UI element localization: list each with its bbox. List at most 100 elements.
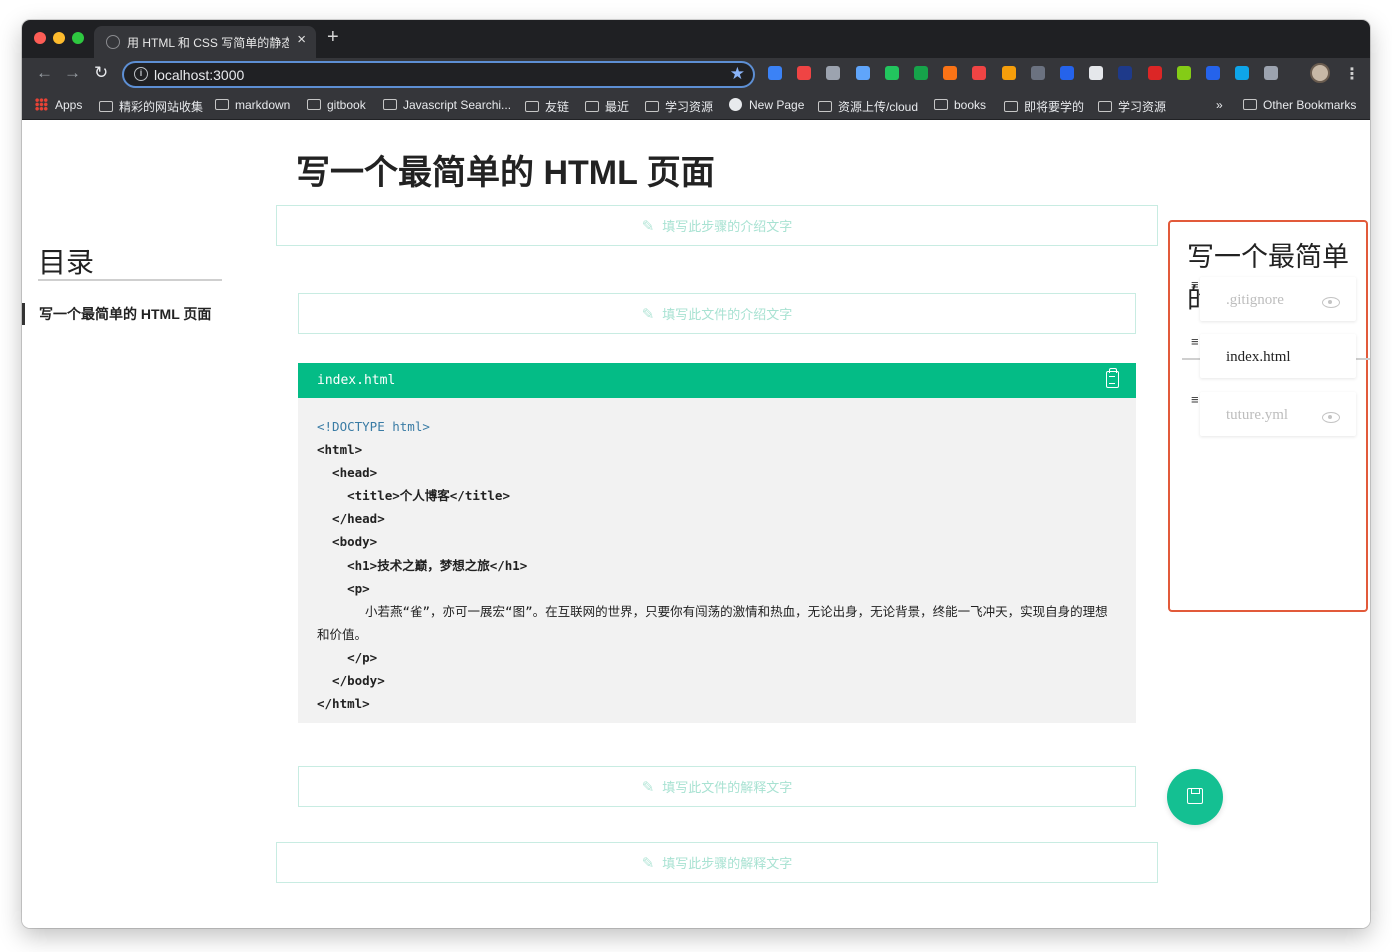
bookmark-label: Other Bookmarks xyxy=(1263,98,1357,112)
pencil-icon: ✎ xyxy=(641,855,655,872)
back-button[interactable]: ← xyxy=(36,63,53,83)
toc-divider xyxy=(38,279,222,281)
tab-bar: 用 HTML 和 CSS 写简单的静态页面 × + xyxy=(22,20,1370,58)
step-explain-input[interactable]: ✎ 填写此步骤的解释文字 xyxy=(276,842,1158,883)
folder-icon xyxy=(1004,101,1018,112)
browser-window: 用 HTML 和 CSS 写简单的静态页面 × + ← → ↻ i localh… xyxy=(22,20,1370,928)
bookmarks-bar: Apps 精彩的网站收集 markdown gitbook Javascript Sea… xyxy=(22,90,1370,120)
bookmark-item[interactable]: New Page xyxy=(729,98,804,112)
globe-icon xyxy=(106,35,120,49)
folder-icon xyxy=(1098,101,1112,112)
code-header: index.html xyxy=(298,363,1136,398)
file-item[interactable]: ≡ tuture.yml xyxy=(1191,392,1356,436)
eye-icon[interactable] xyxy=(1322,412,1340,423)
new-tab-button[interactable]: + xyxy=(327,26,339,49)
file-item[interactable]: ≡ .gitignore xyxy=(1191,277,1356,321)
reload-button[interactable]: ↻ xyxy=(94,63,108,83)
info-icon[interactable]: i xyxy=(134,67,148,81)
file-name: .gitignore xyxy=(1226,292,1284,308)
extension-icon[interactable] xyxy=(1060,66,1074,80)
extension-icon[interactable] xyxy=(1235,66,1250,80)
forward-button[interactable]: → xyxy=(64,63,81,83)
page-title: 写一个最简单的 HTML 页面 xyxy=(296,154,715,192)
folder-icon xyxy=(99,101,113,112)
extension-icon[interactable] xyxy=(1030,66,1045,80)
code-line: 小若燕“雀”，亦可一展宏“图”。在互联网的世界，只要你有闯荡的激情和热血，无论出… xyxy=(317,603,1108,642)
browser-menu-icon[interactable]: ⋮ xyxy=(1344,64,1360,84)
extension-icon[interactable] xyxy=(1001,66,1016,80)
bookmark-item[interactable]: gitbook xyxy=(307,98,366,112)
bookmark-item[interactable]: Javascript Searchi... xyxy=(383,98,511,112)
clipboard-icon[interactable] xyxy=(1106,368,1119,388)
bookmark-item[interactable]: 最近 xyxy=(585,98,629,115)
step-intro-placeholder: 填写此步骤的介绍文字 xyxy=(662,219,793,234)
toc-heading: 目录 xyxy=(38,247,95,278)
bookmark-item[interactable]: 即将要学的 xyxy=(1004,98,1084,115)
page-content: 写一个最简单的 HTML 页面 目录 写一个最简单的 HTML 页面 ✎ 填写此步… xyxy=(22,121,1370,928)
profile-avatar[interactable] xyxy=(1310,63,1330,83)
bookmark-item[interactable]: Apps xyxy=(35,98,82,112)
close-window-button[interactable] xyxy=(34,32,46,44)
code-line: <h1>技术之巅，梦想之旅</h1> xyxy=(317,557,528,573)
bookmark-item[interactable]: 精彩的网站收集 xyxy=(99,98,203,115)
bookmark-label: 即将要学的 xyxy=(1024,100,1085,114)
extension-icon[interactable] xyxy=(797,66,812,80)
extension-icon[interactable] xyxy=(1147,66,1162,80)
bookmark-star-icon[interactable]: ★ xyxy=(730,64,745,84)
extension-icon[interactable] xyxy=(943,66,958,80)
tab-close-icon[interactable]: × xyxy=(297,31,306,48)
bookmark-label: » xyxy=(1216,98,1223,112)
extension-icon[interactable] xyxy=(1206,66,1220,80)
url-text[interactable]: localhost:3000 xyxy=(154,67,244,83)
code-filename: index.html xyxy=(317,373,396,388)
bookmark-item[interactable]: markdown xyxy=(215,98,290,112)
minimize-window-button[interactable] xyxy=(53,32,65,44)
file-explain-input[interactable]: ✎ 填写此文件的解释文字 xyxy=(298,766,1136,807)
code-content: <!DOCTYPE html> <html> <head> <title>个人博客… xyxy=(317,415,1117,715)
bookmark-item[interactable]: books xyxy=(934,98,986,112)
extension-icon[interactable] xyxy=(1089,66,1104,80)
bookmark-item[interactable]: 学习资源 xyxy=(645,98,713,115)
file-intro-input[interactable]: ✎ 填写此文件的介绍文字 xyxy=(298,293,1136,334)
eye-icon[interactable] xyxy=(1322,297,1340,308)
save-button[interactable] xyxy=(1167,769,1223,825)
bookmark-label: 精彩的网站收集 xyxy=(119,100,204,114)
apps-grid-icon xyxy=(35,98,48,111)
pencil-icon: ✎ xyxy=(641,306,655,323)
drag-handle-icon[interactable]: ≡ xyxy=(1191,334,1199,349)
extension-icon[interactable] xyxy=(972,66,987,80)
extension-icon[interactable] xyxy=(1176,66,1191,80)
tab-title: 用 HTML 和 CSS 写简单的静态页面 xyxy=(127,36,289,50)
folder-icon xyxy=(215,99,229,110)
code-block: index.html <!DOCTYPE html> <html> <head> … xyxy=(298,363,1136,723)
bookmark-label: 学习资源 xyxy=(1118,100,1167,114)
extension-icon[interactable] xyxy=(826,66,841,80)
address-bar[interactable]: i localhost:3000 ★ xyxy=(122,61,755,88)
folder-icon xyxy=(525,101,539,112)
bookmark-item[interactable]: » xyxy=(1216,98,1223,112)
file-item[interactable]: ≡ index.html xyxy=(1191,334,1356,378)
bookmark-label: markdown xyxy=(235,98,291,112)
code-line: </html> xyxy=(317,696,370,712)
bookmark-item[interactable]: Other Bookmarks xyxy=(1243,98,1356,112)
bookmark-item[interactable]: 资源上传/cloud xyxy=(818,98,918,115)
extension-icon[interactable] xyxy=(768,66,782,80)
maximize-window-button[interactable] xyxy=(72,32,84,44)
bookmark-item[interactable]: 学习资源 xyxy=(1098,98,1166,115)
file-panel: 写一个最简单的 HTML 页面 ≡.gitignore≡index.html≡t… xyxy=(1168,220,1370,612)
bookmark-item[interactable]: 友链 xyxy=(525,98,569,115)
bookmark-label: 资源上传/cloud xyxy=(838,100,919,114)
file-name: tuture.yml xyxy=(1226,407,1289,423)
drag-handle-icon[interactable]: ≡ xyxy=(1191,392,1199,407)
browser-tab-active[interactable]: 用 HTML 和 CSS 写简单的静态页面 × xyxy=(94,26,316,58)
bookmark-label: 友链 xyxy=(545,100,570,114)
extension-icon[interactable] xyxy=(914,66,928,80)
step-intro-input[interactable]: ✎ 填写此步骤的介绍文字 xyxy=(276,205,1158,246)
drag-handle-icon[interactable]: ≡ xyxy=(1191,277,1199,292)
extension-icon[interactable] xyxy=(1264,66,1279,80)
extension-icon[interactable] xyxy=(884,66,899,80)
toc-item-active[interactable]: 写一个最简单的 HTML 页面 xyxy=(22,303,222,325)
code-line: </body> xyxy=(317,673,385,689)
extension-icon[interactable] xyxy=(855,66,870,80)
extension-icon[interactable] xyxy=(1118,66,1133,80)
